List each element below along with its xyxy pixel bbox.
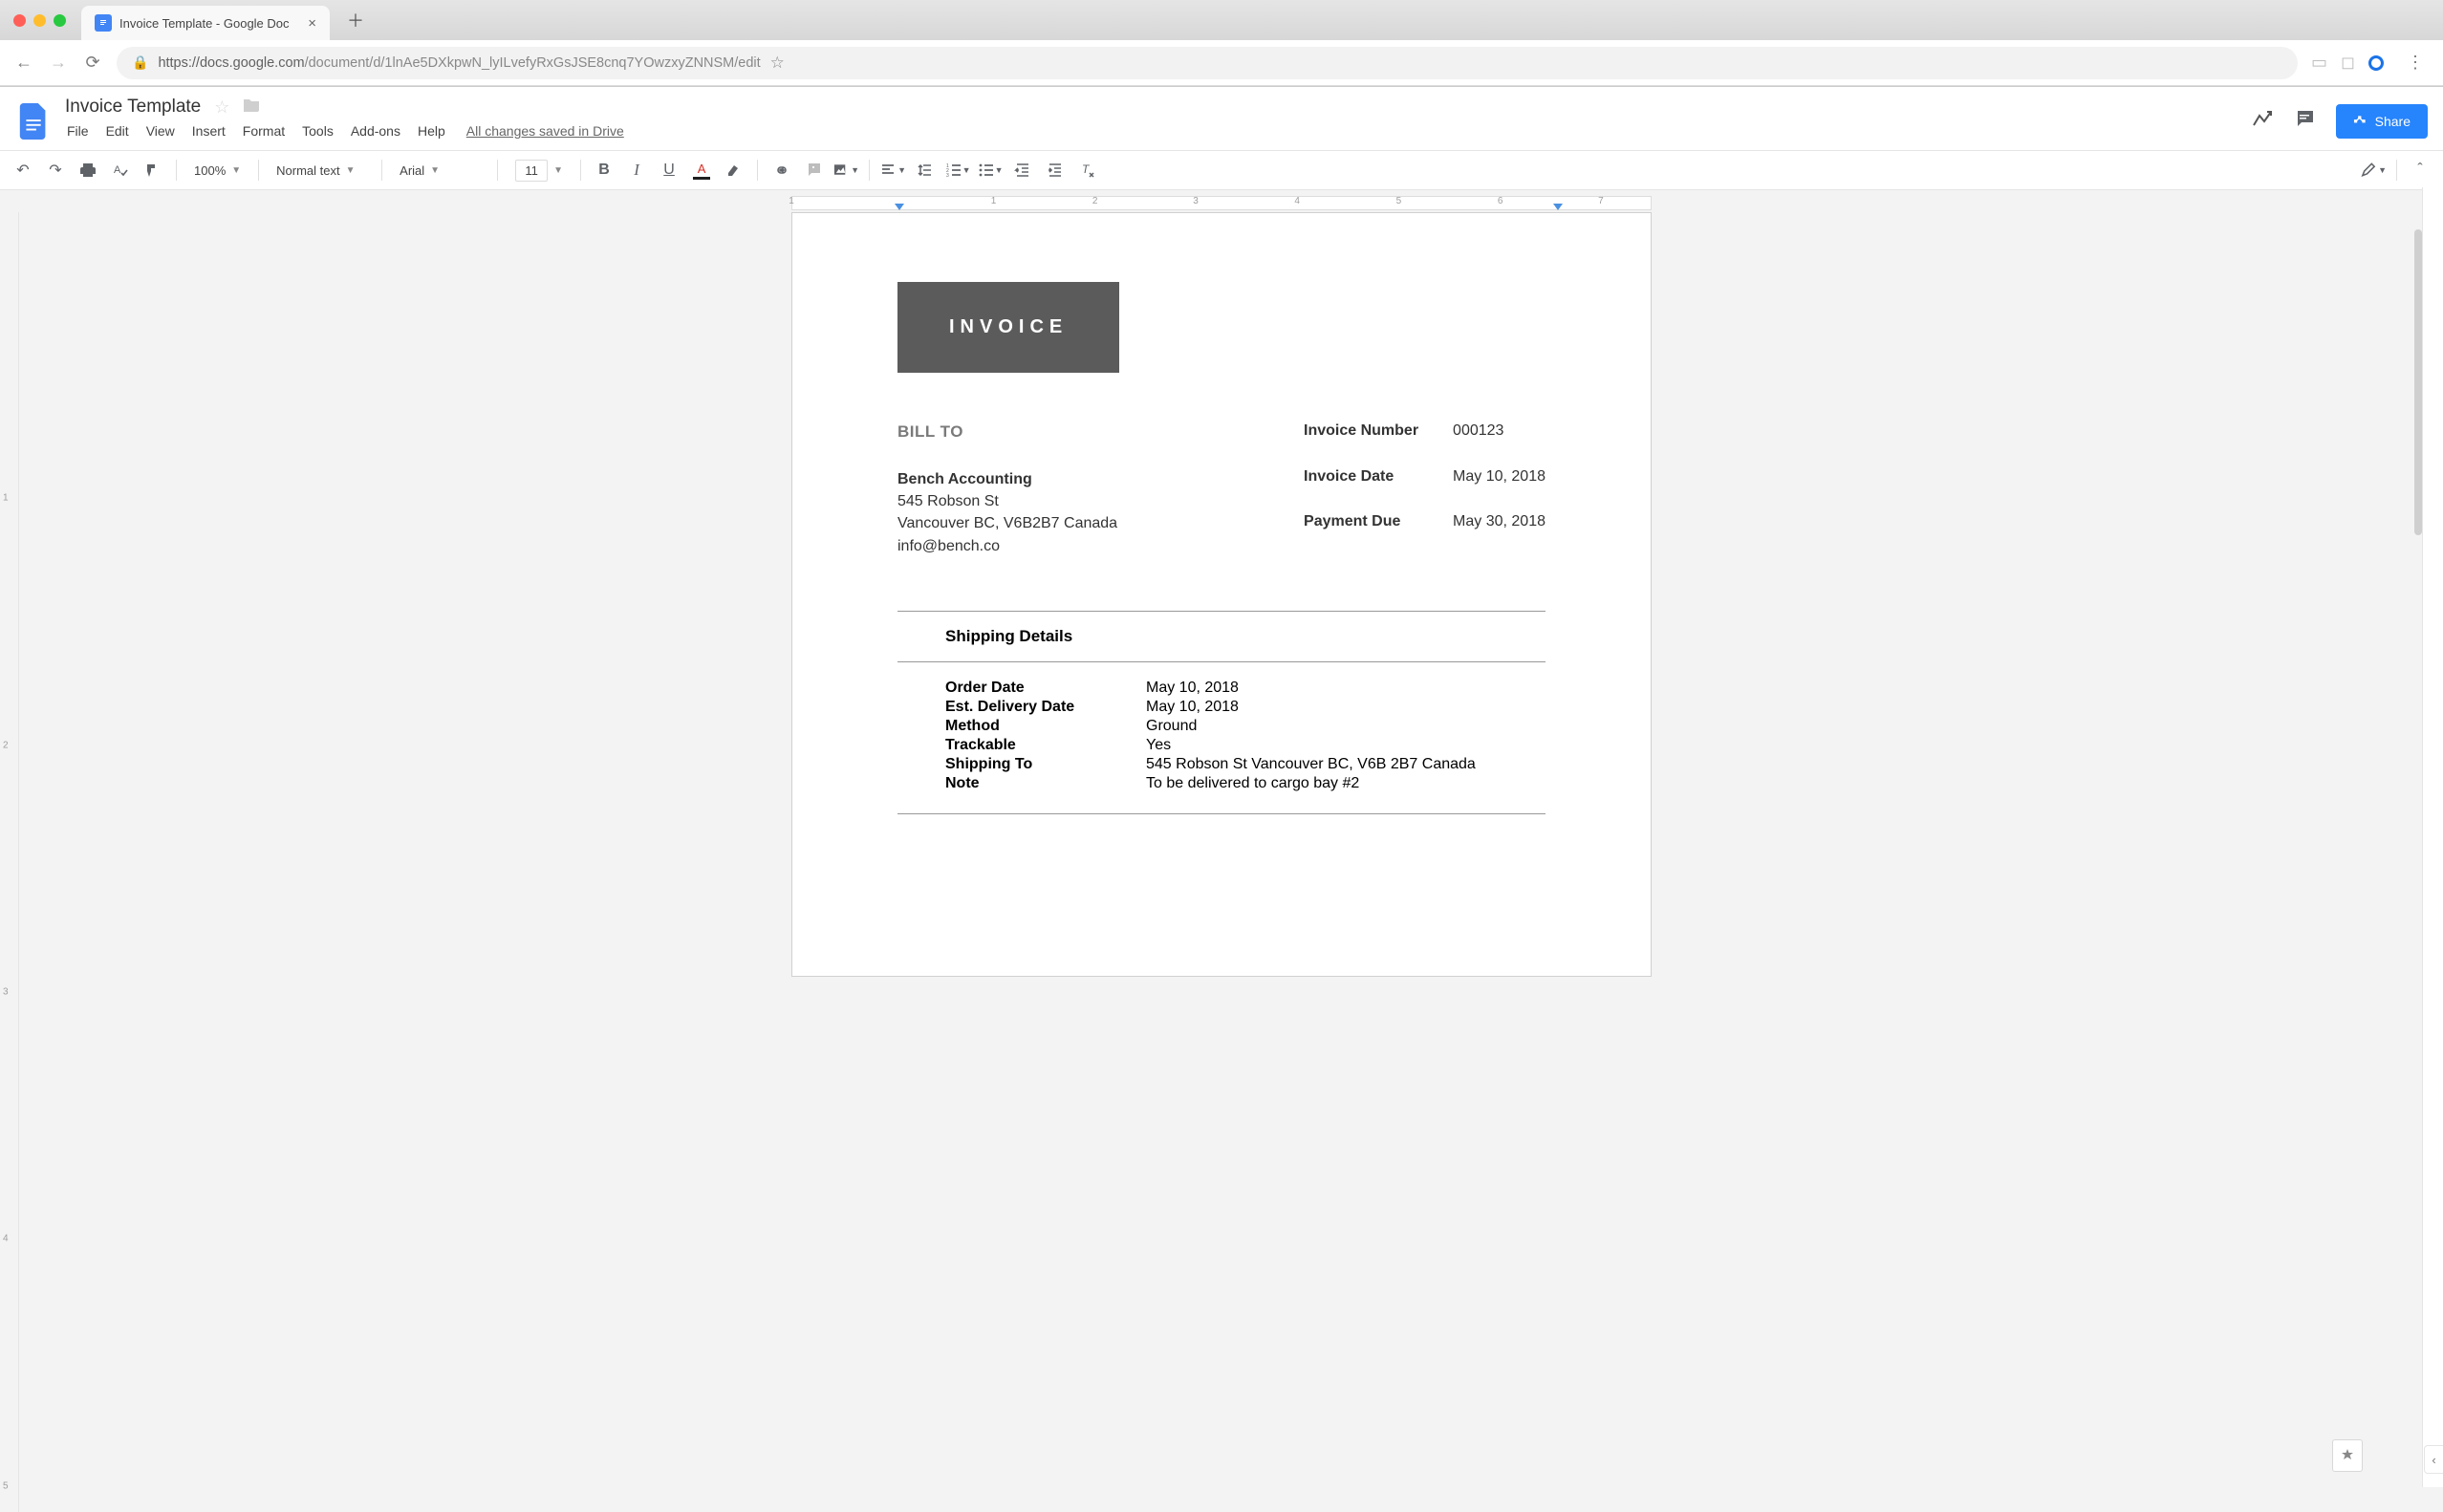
bookmark-star-icon[interactable]: ☆: [770, 54, 785, 73]
undo-icon[interactable]: ↶: [10, 157, 36, 184]
align-icon[interactable]: ▼: [879, 157, 906, 184]
invoice-banner: INVOICE: [897, 282, 1119, 373]
bill-to-block: BILL TO Bench Accounting 545 Robson St V…: [897, 422, 1117, 557]
menu-view[interactable]: View: [146, 123, 175, 139]
chat-ext-icon[interactable]: ▭: [2311, 53, 2327, 73]
share-button-label: Share: [2375, 114, 2411, 129]
collapse-toolbar-icon[interactable]: ˆ: [2407, 157, 2433, 184]
horizontal-ruler[interactable]: 1 1 2 3 4 5 6 7: [791, 196, 1652, 210]
svg-text:T: T: [1082, 162, 1091, 176]
page[interactable]: INVOICE BILL TO Bench Accounting 545 Rob…: [791, 212, 1652, 977]
menu-bar: File Edit View Insert Format Tools Add-o…: [65, 118, 2240, 146]
menu-tools[interactable]: Tools: [302, 123, 334, 139]
left-indent-marker[interactable]: [895, 204, 904, 210]
right-indent-marker[interactable]: [1553, 204, 1563, 210]
camera-ext-icon[interactable]: ◻: [2341, 53, 2355, 73]
insert-image-icon[interactable]: ▼: [832, 157, 859, 184]
reload-icon[interactable]: ⟳: [82, 53, 103, 73]
menu-format[interactable]: Format: [243, 123, 285, 139]
comments-icon[interactable]: [2294, 109, 2315, 134]
url-text: https://docs.google.com/document/d/1lnAe…: [158, 55, 760, 71]
star-document-icon[interactable]: ☆: [214, 97, 229, 118]
tab-close-icon[interactable]: ×: [308, 15, 316, 32]
browser-menu-icon[interactable]: ⋮: [2401, 53, 2430, 73]
bill-to-email: info@bench.co: [897, 535, 1117, 557]
zoom-select[interactable]: 100%▼: [186, 163, 249, 178]
docs-header: Invoice Template ☆ File Edit View Insert…: [0, 87, 2443, 150]
insert-comment-icon[interactable]: [800, 157, 827, 184]
style-select[interactable]: Normal text▼: [269, 163, 372, 178]
move-folder-icon[interactable]: [243, 97, 260, 117]
menu-file[interactable]: File: [67, 123, 89, 139]
extension-icons: ▭ ◻: [2311, 53, 2388, 73]
invoice-meta: Invoice Number000123 Invoice DateMay 10,…: [1304, 422, 1546, 557]
menu-addons[interactable]: Add-ons: [351, 123, 400, 139]
docs-favicon-icon: [95, 14, 112, 32]
circle-ext-icon[interactable]: [2368, 55, 2384, 71]
shipping-section: Shipping Details Order DateMay 10, 2018 …: [897, 611, 1546, 814]
increase-indent-icon[interactable]: [1042, 157, 1069, 184]
editing-mode-icon[interactable]: ▼: [2360, 157, 2387, 184]
lock-icon[interactable]: 🔒: [132, 54, 148, 71]
document-canvas: 1 2 3 4 5 INVOICE BILL TO Bench Accounti…: [0, 212, 2443, 1512]
address-bar[interactable]: 🔒 https://docs.google.com/document/d/1ln…: [117, 47, 2298, 79]
save-status[interactable]: All changes saved in Drive: [466, 123, 624, 139]
tab-strip: Invoice Template - Google Doc × ＋: [0, 0, 2443, 40]
activity-icon[interactable]: [2252, 110, 2273, 133]
bulleted-list-icon[interactable]: ▼: [977, 157, 1004, 184]
docs-logo-icon[interactable]: [15, 102, 54, 140]
bill-to-addr1: 545 Robson St: [897, 490, 1117, 512]
svg-text:3: 3: [946, 173, 949, 179]
tab-title: Invoice Template - Google Doc: [119, 16, 300, 31]
italic-icon[interactable]: I: [623, 157, 650, 184]
ruler-area: 1 1 2 3 4 5 6 7 1 2 3 4 5 INVOICE BILL T…: [0, 190, 2443, 1512]
bold-icon[interactable]: B: [591, 157, 617, 184]
window-minimize-icon[interactable]: [33, 14, 46, 27]
numbered-list-icon[interactable]: 123▼: [944, 157, 971, 184]
shipping-title: Shipping Details: [897, 612, 1546, 661]
menu-help[interactable]: Help: [418, 123, 445, 139]
font-size-input[interactable]: [515, 160, 548, 182]
menu-edit[interactable]: Edit: [106, 123, 129, 139]
font-size-select[interactable]: ▼: [508, 160, 571, 182]
share-button[interactable]: Share: [2336, 104, 2428, 139]
forward-icon[interactable]: →: [48, 53, 69, 73]
window-close-icon[interactable]: [13, 14, 26, 27]
menu-insert[interactable]: Insert: [192, 123, 226, 139]
text-color-icon[interactable]: A: [688, 157, 715, 184]
paint-format-icon[interactable]: [140, 157, 166, 184]
bill-to-title: BILL TO: [897, 422, 1117, 442]
clear-formatting-icon[interactable]: T: [1074, 157, 1101, 184]
font-select[interactable]: Arial▼: [392, 163, 487, 178]
redo-icon[interactable]: ↷: [42, 157, 69, 184]
vertical-ruler[interactable]: 1 2 3 4 5: [0, 212, 19, 1512]
bill-to-addr2: Vancouver BC, V6B2B7 Canada: [897, 512, 1117, 534]
side-panel-toggle-icon[interactable]: ‹: [2424, 1445, 2443, 1474]
document-title[interactable]: Invoice Template: [65, 97, 201, 118]
print-icon[interactable]: [75, 157, 101, 184]
new-tab-icon[interactable]: ＋: [334, 8, 378, 32]
window-traffic-lights: [8, 14, 77, 27]
browser-tab[interactable]: Invoice Template - Google Doc ×: [81, 6, 330, 40]
bill-to-company: Bench Accounting: [897, 468, 1117, 490]
side-panel: ‹: [2422, 187, 2443, 1487]
underline-icon[interactable]: U: [656, 157, 682, 184]
highlight-color-icon[interactable]: [721, 157, 747, 184]
svg-text:A: A: [114, 164, 121, 176]
explore-icon[interactable]: [2332, 1439, 2363, 1472]
spellcheck-icon[interactable]: A: [107, 157, 134, 184]
window-zoom-icon[interactable]: [54, 14, 66, 27]
toolbar: ↶ ↷ A 100%▼ Normal text▼ Arial▼ ▼ B I U …: [0, 150, 2443, 190]
line-spacing-icon[interactable]: [912, 157, 939, 184]
insert-link-icon[interactable]: [767, 157, 794, 184]
vertical-scrollbar[interactable]: [2414, 229, 2422, 535]
decrease-indent-icon[interactable]: [1009, 157, 1036, 184]
address-bar-row: ← → ⟳ 🔒 https://docs.google.com/document…: [0, 40, 2443, 86]
back-icon[interactable]: ←: [13, 53, 34, 73]
browser-chrome: Invoice Template - Google Doc × ＋ ← → ⟳ …: [0, 0, 2443, 87]
